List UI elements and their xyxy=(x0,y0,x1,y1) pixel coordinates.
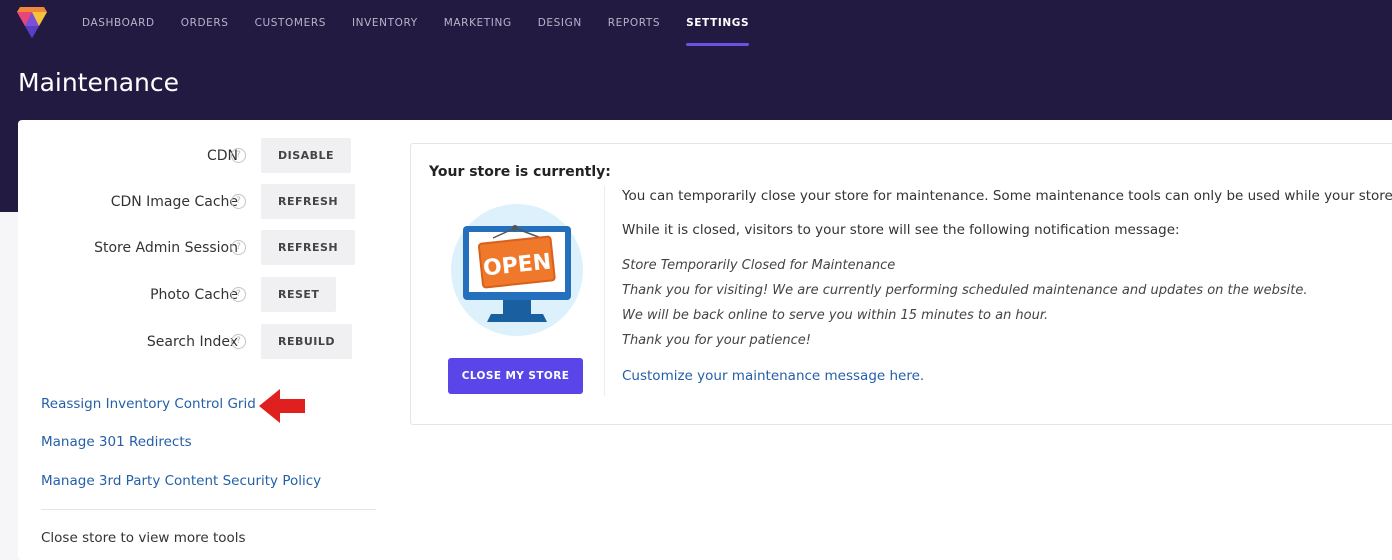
nav-item-inventory[interactable]: INVENTORY xyxy=(352,0,418,46)
tool-label-store-admin-session: Store Admin Session xyxy=(94,240,238,256)
vertical-divider xyxy=(604,186,605,396)
brand-logo-icon[interactable] xyxy=(16,6,48,40)
customize-message-line: Customize your maintenance message here. xyxy=(622,368,924,384)
closed-store-note: Close store to view more tools xyxy=(41,530,246,546)
message-line: Thank you for visiting! We are currently… xyxy=(622,283,1308,298)
manage-301-redirects-link[interactable]: Manage 301 Redirects xyxy=(41,434,192,450)
tool-row-cdn-image-cache: CDN Image Cache ? REFRESH xyxy=(18,184,378,227)
nav-item-design[interactable]: DESIGN xyxy=(538,0,582,46)
close-my-store-button[interactable]: CLOSE MY STORE xyxy=(448,358,583,394)
nav-item-reports[interactable]: REPORTS xyxy=(608,0,660,46)
message-line: We will be back online to serve you with… xyxy=(622,308,1049,323)
cdn-disable-button[interactable]: DISABLE xyxy=(261,138,352,173)
message-line: Thank you for your patience! xyxy=(622,333,811,348)
cdn-image-cache-refresh-button[interactable]: REFRESH xyxy=(261,184,356,219)
store-status-heading: Your store is currently: xyxy=(429,164,611,180)
store-admin-session-refresh-button[interactable]: REFRESH xyxy=(261,230,356,265)
red-arrow-icon xyxy=(259,389,305,423)
help-icon[interactable]: ? xyxy=(231,334,246,349)
open-store-monitor-icon: OPEN xyxy=(451,204,583,336)
maintenance-card: CDN ? DISABLE CDN Image Cache ? REFRESH … xyxy=(18,120,1392,560)
nav-item-dashboard[interactable]: DASHBOARD xyxy=(82,0,155,46)
page-title: Maintenance xyxy=(18,68,179,97)
tool-label-cdn-image-cache: CDN Image Cache xyxy=(110,194,238,210)
help-icon[interactable]: ? xyxy=(231,194,246,209)
photo-cache-reset-button[interactable]: RESET xyxy=(261,277,337,312)
manage-csp-link[interactable]: Manage 3rd Party Content Security Policy xyxy=(41,473,321,489)
help-icon[interactable]: ? xyxy=(231,148,246,163)
nav-item-orders[interactable]: ORDERS xyxy=(181,0,229,46)
tool-label-search-index: Search Index xyxy=(146,334,238,350)
tool-label-photo-cache: Photo Cache xyxy=(150,287,238,303)
customize-message-link[interactable]: Customize your maintenance message here xyxy=(622,368,920,384)
customize-message-period: . xyxy=(919,368,925,384)
tool-row-photo-cache: Photo Cache ? RESET xyxy=(18,277,378,320)
reassign-inventory-control-grid-link[interactable]: Reassign Inventory Control Grid xyxy=(41,396,256,412)
top-navigation: DASHBOARD ORDERS CUSTOMERS INVENTORY MAR… xyxy=(0,0,1392,50)
tool-row-cdn: CDN ? DISABLE xyxy=(18,138,378,181)
help-icon[interactable]: ? xyxy=(231,240,246,255)
notice-intro-text: While it is closed, visitors to your sto… xyxy=(622,222,1180,238)
store-status-panel: Your store is currently: OPEN CLOSE MY S… xyxy=(410,143,1392,425)
divider xyxy=(41,509,376,510)
message-line: Store Temporarily Closed for Maintenance xyxy=(622,258,896,273)
tool-row-search-index: Search Index ? REBUILD xyxy=(18,324,378,367)
search-index-rebuild-button[interactable]: REBUILD xyxy=(261,324,353,359)
help-icon[interactable]: ? xyxy=(231,287,246,302)
maintenance-intro-text: You can temporarily close your store for… xyxy=(622,188,1392,204)
tool-row-store-admin-session: Store Admin Session ? REFRESH xyxy=(18,230,378,273)
nav-item-customers[interactable]: CUSTOMERS xyxy=(255,0,326,46)
nav-item-marketing[interactable]: MARKETING xyxy=(444,0,512,46)
nav-item-settings[interactable]: SETTINGS xyxy=(686,0,750,46)
